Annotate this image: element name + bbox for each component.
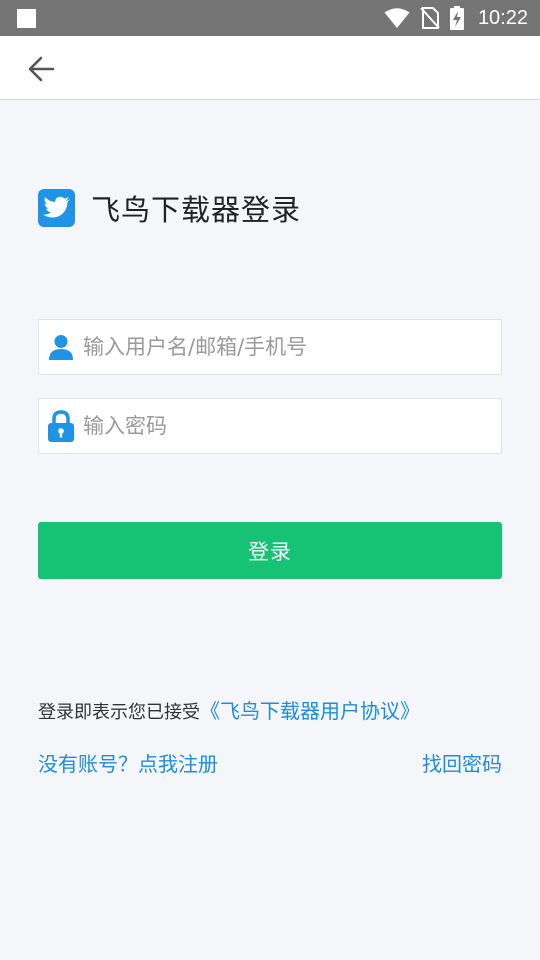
login-button[interactable]: 登录 [38, 522, 502, 579]
agreement-prefix: 登录即表示您已接受 [38, 702, 200, 723]
lock-icon [48, 410, 74, 442]
back-button[interactable] [24, 52, 58, 86]
bird-logo-icon [38, 189, 75, 227]
battery-charging-icon [449, 6, 464, 30]
page-title: 飞鸟下载器登录 [91, 193, 302, 227]
forgot-password-link[interactable]: 找回密码 [422, 748, 502, 777]
notification-square-icon [17, 9, 36, 28]
status-icons: 10:22 [384, 0, 528, 36]
brand-header: 飞鸟下载器登录 [38, 188, 301, 228]
user-agreement-link[interactable]: 《飞鸟下载器用户协议》 [200, 699, 420, 723]
wifi-icon [384, 8, 410, 28]
user-icon [48, 332, 74, 362]
arrow-left-icon [28, 56, 55, 82]
agreement-text: 登录即表示您已接受《飞鸟下载器用户协议》 [38, 695, 420, 724]
username-field[interactable] [38, 319, 502, 375]
toolbar [0, 36, 540, 100]
register-link[interactable]: 没有账号？点我注册 [38, 748, 218, 777]
password-field[interactable] [38, 398, 502, 454]
status-bar: 10:22 [0, 0, 540, 36]
no-sim-icon [420, 7, 440, 29]
username-input[interactable] [81, 334, 485, 360]
status-time: 10:22 [477, 6, 528, 29]
password-input[interactable] [81, 413, 485, 439]
